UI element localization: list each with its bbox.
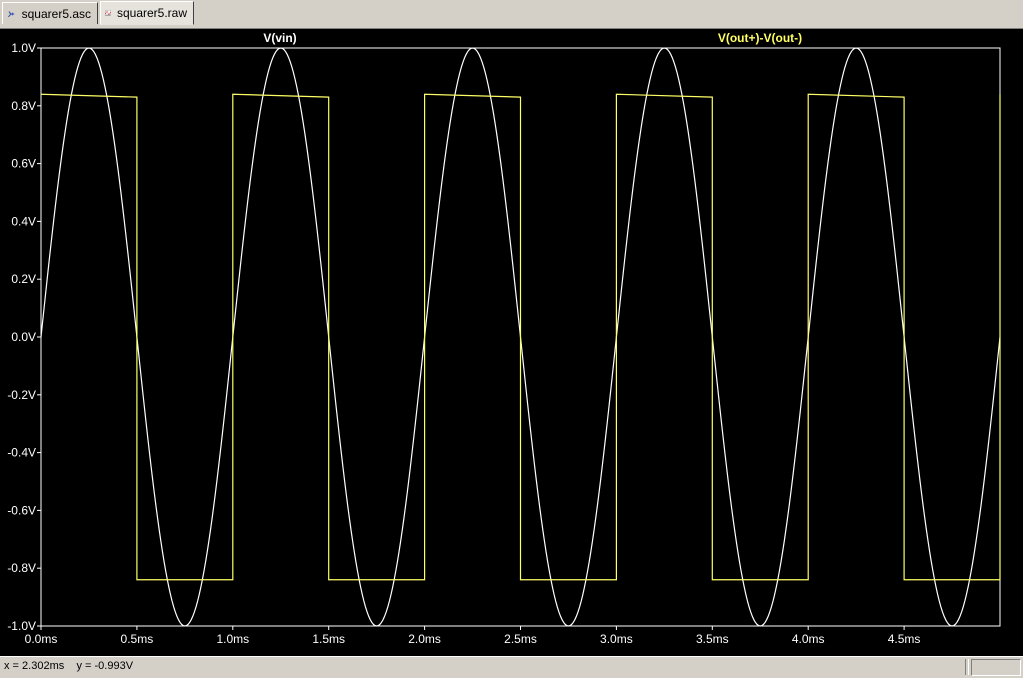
y-tick-label: -0.2V [7,388,36,402]
status-divider [965,659,969,675]
x-tick-label: 1.0ms [216,632,249,646]
status-pane [971,659,1021,676]
tab-schematic[interactable]: squarer5.asc [2,2,98,24]
tab-label: squarer5.raw [116,6,187,20]
waveform-icon [105,10,111,16]
schematic-icon [8,10,15,17]
waveform-plot[interactable]: 1.0V 0.8V 0.6V 0.4V 0.2V 0.0V -0.2V -0.4V -0.6V -… [0,29,1023,656]
y-tick-label: 1.0V [11,41,36,55]
y-tick-label: 0.0V [11,330,36,344]
legend-vin: V(vin) [263,31,296,45]
document-tab-bar: squarer5.asc squarer5.raw [0,0,1023,29]
y-tick-label: -0.8V [7,561,36,575]
x-tick-label: 4.5ms [888,632,921,646]
x-tick-label: 2.0ms [408,632,441,646]
y-tick-label: 0.8V [11,99,36,113]
y-tick-label: 0.2V [11,272,36,286]
x-tick-label: 2.5ms [504,632,537,646]
y-tick-label: -0.4V [7,446,36,460]
x-tick-label: 1.5ms [312,632,345,646]
tab-label: squarer5.asc [21,6,91,21]
status-bar: x = 2.302ms y = -0.993V [0,656,1023,678]
y-readout: y = -0.993V [76,660,134,672]
x-tick-label: 0.0ms [25,632,58,646]
y-tick-label: 0.4V [11,214,36,228]
y-tick-label: -0.6V [7,503,36,517]
legend-vout: V(out+)-V(out-) [718,31,802,45]
y-tick-label: -1.0V [7,619,36,633]
x-tick-label: 0.5ms [121,632,154,646]
cursor-readout: x = 2.302ms y = -0.993V [4,660,133,672]
tab-waveform[interactable]: squarer5.raw [100,1,194,25]
x-tick-label: 3.0ms [600,632,633,646]
series-vout-trace [40,93,1001,581]
y-tick-label: 0.6V [11,157,36,171]
waveform-chart[interactable]: 1.0V 0.8V 0.6V 0.4V 0.2V 0.0V -0.2V -0.4V -0.6V -… [0,29,1023,656]
x-tick-label: 4.0ms [792,632,825,646]
x-readout: x = 2.302ms [4,660,65,672]
x-tick-label: 3.5ms [696,632,729,646]
